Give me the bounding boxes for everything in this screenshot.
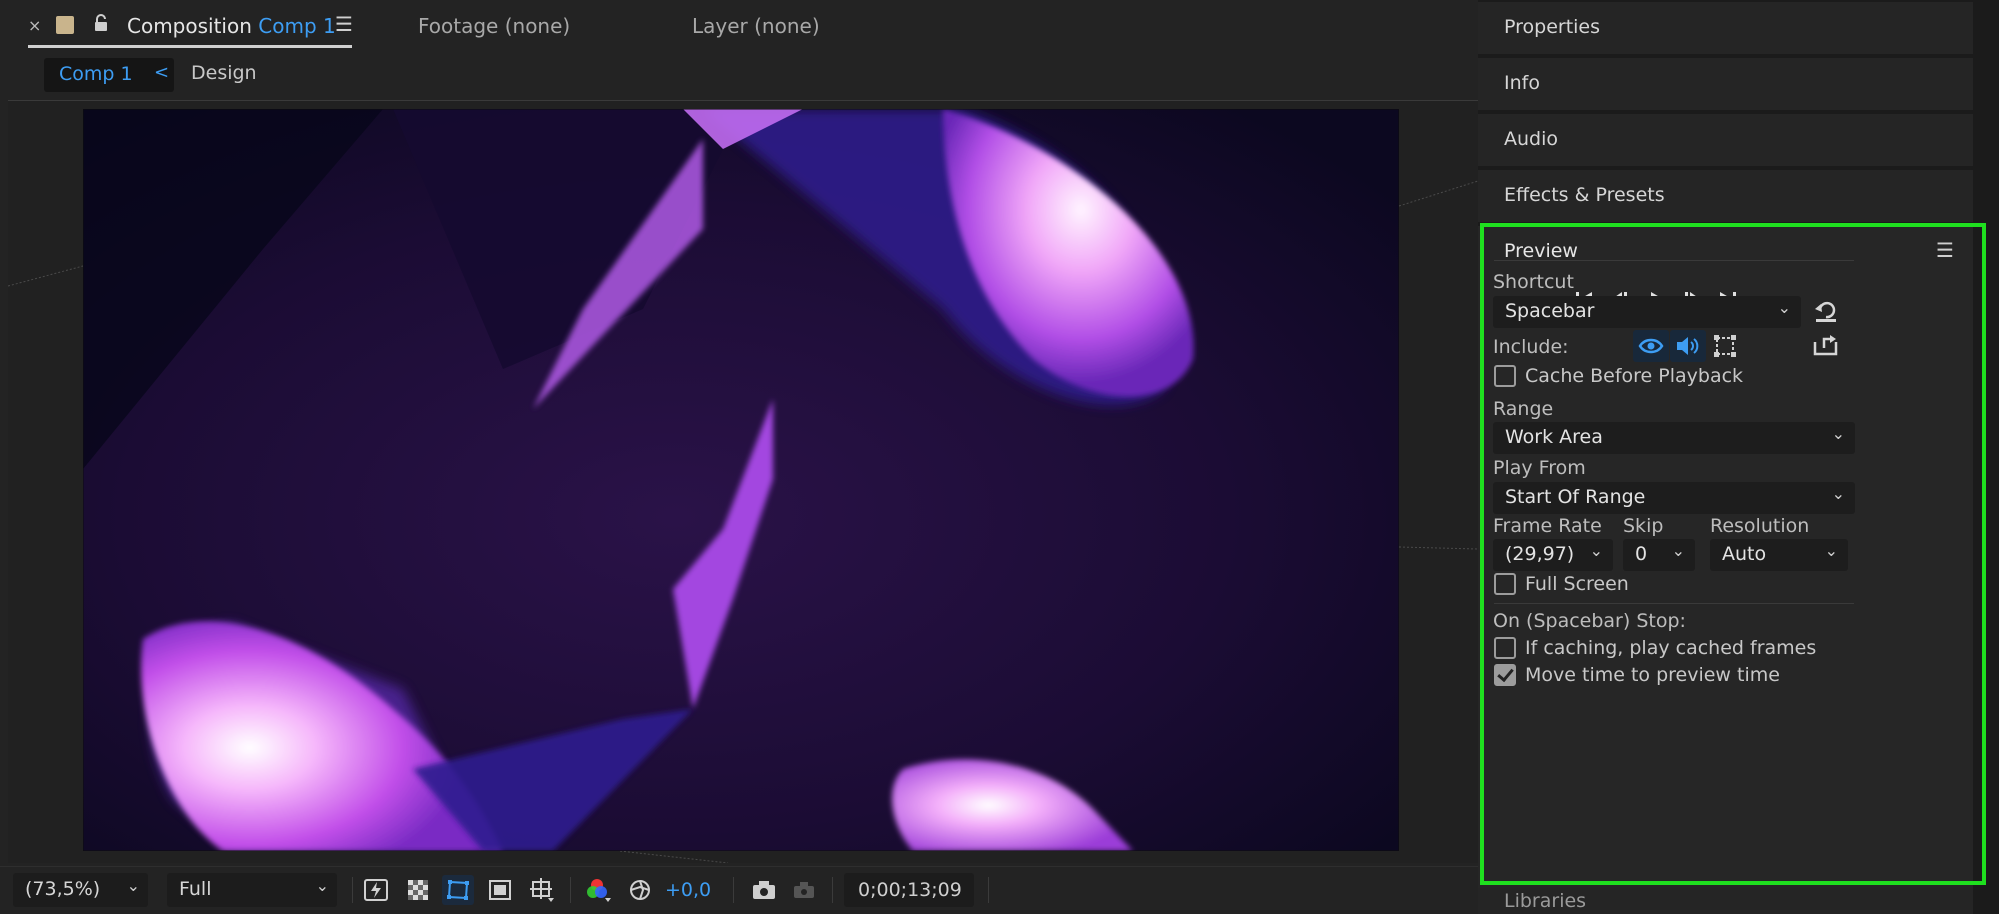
chevron-down-icon: ⌄ <box>1831 424 1845 443</box>
divider <box>570 877 571 903</box>
chevron-down-icon: ⌄ <box>1589 541 1603 560</box>
shortcut-label: Shortcut <box>1493 271 1574 293</box>
export-video-icon[interactable] <box>1812 332 1842 360</box>
color-management-icon[interactable] <box>624 875 656 905</box>
properties-panel-title: Properties <box>1504 16 1601 38</box>
effects-presets-panel-header[interactable]: Effects & Presets <box>1478 170 1973 222</box>
include-label: Include: <box>1493 336 1569 358</box>
audio-panel-title: Audio <box>1504 128 1559 150</box>
magnification-select[interactable]: (73,5%) ⌄ <box>13 873 148 907</box>
composition-tab-bar: × Composition Comp 1 ☰ Footage (none) La… <box>0 0 1478 50</box>
full-screen-checkbox[interactable] <box>1494 573 1516 595</box>
skip-select[interactable]: 0 ⌄ <box>1623 539 1695 571</box>
info-panel-header[interactable]: Info <box>1478 58 1973 110</box>
snapshot-camera-icon[interactable] <box>748 875 780 905</box>
divider <box>1494 603 1854 604</box>
eye-icon[interactable] <box>1633 330 1669 362</box>
move-time-label: Move time to preview time <box>1525 664 1780 686</box>
include-toggles <box>1633 330 1783 362</box>
chevron-down-icon: ⌄ <box>1671 541 1685 560</box>
composition-viewer-area[interactable] <box>8 101 1478 863</box>
full-screen-label: Full Screen <box>1525 573 1629 595</box>
range-label: Range <box>1493 398 1554 420</box>
fast-previews-icon[interactable] <box>360 875 392 905</box>
range-select[interactable]: Work Area ⌄ <box>1493 422 1855 454</box>
divider <box>832 877 833 903</box>
resolution-select[interactable]: Auto ⌄ <box>1710 539 1848 571</box>
breadcrumb-comp-label: Comp 1 <box>59 63 133 85</box>
skip-value: 0 <box>1635 543 1648 565</box>
magnification-value: (73,5%) <box>25 878 101 900</box>
preview-panel-title: Preview <box>1504 240 1578 262</box>
show-snapshot-icon[interactable] <box>788 875 820 905</box>
panel-menu-icon[interactable]: ☰ <box>335 12 353 36</box>
chevron-down-icon: ⌄ <box>126 876 140 895</box>
frame-rate-label: Frame Rate <box>1493 515 1602 537</box>
libraries-panel-header[interactable]: Libraries <box>1478 888 1973 914</box>
close-tab-icon[interactable]: × <box>28 16 41 35</box>
on-stop-label: On (Spacebar) Stop: <box>1493 610 1686 632</box>
breadcrumb-design[interactable]: Design <box>191 62 257 84</box>
right-panel-stack: Properties Info Audio Effects & Presets … <box>1478 0 1999 914</box>
color-channels-icon[interactable] <box>582 875 614 905</box>
composition-panel: × Composition Comp 1 ☰ Footage (none) La… <box>0 0 1478 914</box>
if-caching-checkbox[interactable] <box>1494 637 1516 659</box>
composition-label: Composition <box>127 14 252 38</box>
properties-panel-header[interactable]: Properties <box>1478 2 1973 54</box>
chevron-down-icon: ⌄ <box>1777 298 1791 317</box>
region-of-interest-icon[interactable] <box>484 875 516 905</box>
chevron-down-icon: ⌄ <box>315 876 329 895</box>
comp-color-swatch <box>56 16 74 34</box>
tab-footage[interactable]: Footage (none) <box>418 14 570 38</box>
play-from-value: Start Of Range <box>1505 486 1646 508</box>
lock-icon[interactable] <box>92 13 110 38</box>
play-from-label: Play From <box>1493 457 1586 479</box>
frame-rate-value: (29,97) <box>1505 543 1575 565</box>
chevron-down-icon: ⌄ <box>1831 484 1845 503</box>
cache-before-playback-checkbox[interactable] <box>1494 365 1516 387</box>
divider <box>988 877 989 903</box>
abstract-light-artwork <box>83 109 1399 851</box>
libraries-panel-title: Libraries <box>1504 890 1587 912</box>
cache-before-playback-label: Cache Before Playback <box>1525 365 1744 387</box>
move-time-checkbox[interactable] <box>1494 664 1516 686</box>
resolution-label: Resolution <box>1710 515 1810 537</box>
grid-guides-icon[interactable] <box>526 875 558 905</box>
divider <box>733 877 734 903</box>
mask-visibility-icon[interactable] <box>442 875 474 905</box>
transparency-grid-icon[interactable] <box>402 875 434 905</box>
exposure-value[interactable]: +0,0 <box>665 879 711 901</box>
divider <box>352 877 353 903</box>
viewer-toolbar: (73,5%) ⌄ Full ⌄ +0,0 0;00;13;09 <box>0 866 1478 914</box>
composition-name: Comp 1 <box>258 14 336 38</box>
speaker-icon[interactable] <box>1670 330 1706 362</box>
active-tab-underline <box>28 45 352 48</box>
resolution-select[interactable]: Full ⌄ <box>167 873 337 907</box>
range-value: Work Area <box>1505 426 1603 448</box>
panel-menu-icon[interactable]: ☰ <box>1936 238 1954 262</box>
resolution-value: Full <box>179 878 212 900</box>
shortcut-select[interactable]: Spacebar ⌄ <box>1493 296 1801 328</box>
tab-layer[interactable]: Layer (none) <box>692 14 820 38</box>
composition-preview-image[interactable] <box>83 109 1399 851</box>
preview-panel: Preview ☰ Shortcut Spacebar ⌄ Include: C… <box>1478 226 1973 904</box>
audio-panel-header[interactable]: Audio <box>1478 114 1973 166</box>
chevron-down-icon: ⌄ <box>1824 541 1838 560</box>
effects-presets-panel-title: Effects & Presets <box>1504 184 1665 206</box>
skip-label: Skip <box>1623 515 1664 537</box>
info-panel-title: Info <box>1504 72 1540 94</box>
composition-tab-title: Composition Comp 1 <box>127 14 336 38</box>
if-caching-label: If caching, play cached frames <box>1525 637 1817 659</box>
overlays-icon[interactable] <box>1707 330 1743 362</box>
breadcrumb-comp[interactable]: Comp 1 < <box>44 58 174 92</box>
chevron-left-icon[interactable]: < <box>154 62 169 83</box>
preview-resolution-value: Auto <box>1722 543 1767 565</box>
shortcut-value: Spacebar <box>1505 300 1595 322</box>
reset-shortcut-icon[interactable] <box>1812 298 1842 326</box>
divider <box>1494 260 1854 261</box>
frame-rate-select[interactable]: (29,97) ⌄ <box>1493 539 1613 571</box>
play-from-select[interactable]: Start Of Range ⌄ <box>1493 482 1855 514</box>
current-time-display[interactable]: 0;00;13;09 <box>844 873 974 907</box>
